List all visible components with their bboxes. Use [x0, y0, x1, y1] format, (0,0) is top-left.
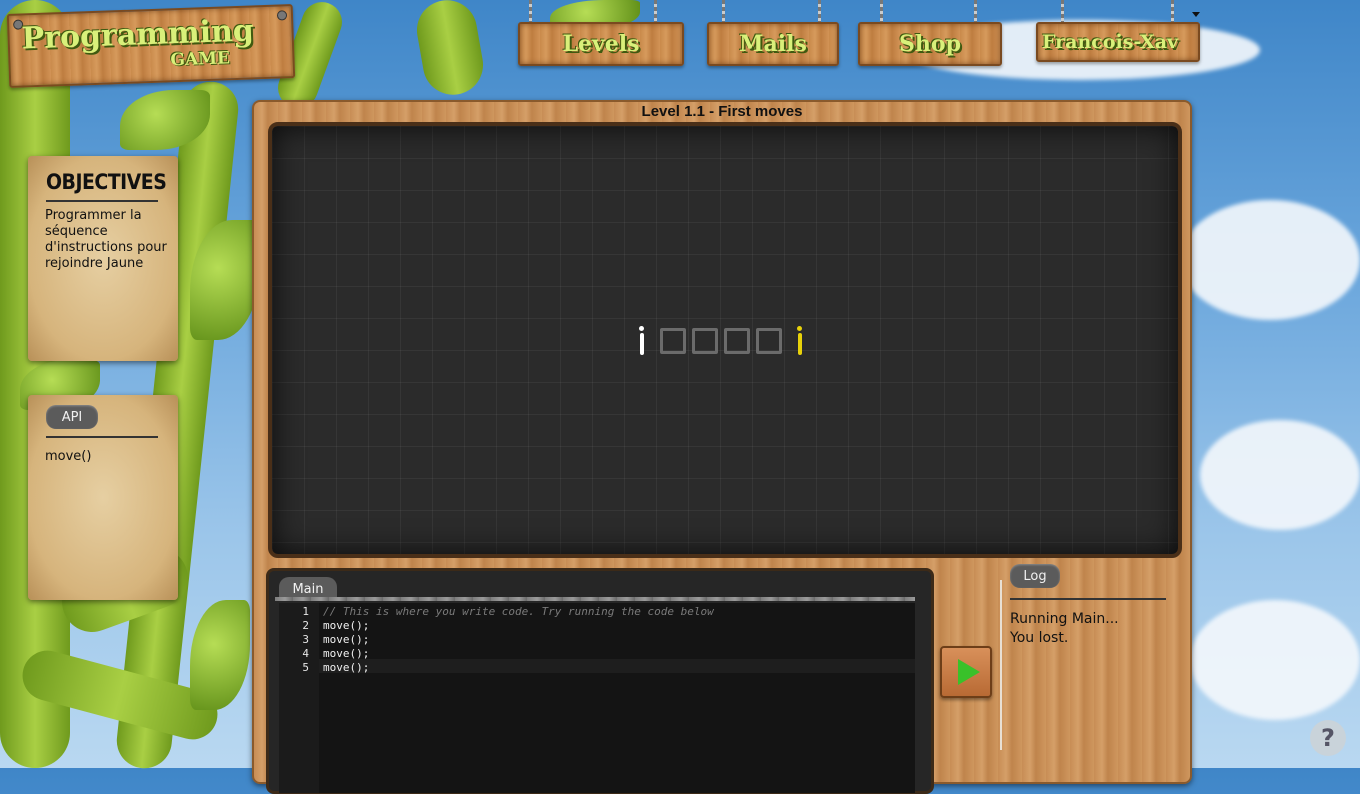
play-icon	[958, 659, 980, 685]
chain	[1171, 0, 1174, 22]
code-area[interactable]: // This is where you write code. Try run…	[319, 603, 915, 793]
api-tab[interactable]: API	[46, 405, 98, 429]
level-title: Level 1.1 - First moves	[641, 103, 803, 120]
chain	[722, 0, 725, 22]
nav-mails-button[interactable]: Mails	[707, 22, 839, 66]
cloud	[1200, 420, 1360, 530]
game-screen	[268, 122, 1182, 558]
game-logo[interactable]: Programming GAME	[6, 4, 296, 88]
chain	[974, 0, 977, 22]
code-line[interactable]: move();	[323, 619, 369, 632]
code-line[interactable]: move();	[323, 647, 369, 660]
level-board: Level 1.1 - First moves Main 1 2 3 4 5 /…	[252, 100, 1192, 794]
chain	[1061, 0, 1064, 22]
divider	[1010, 598, 1166, 600]
line-number: 5	[302, 661, 309, 674]
code-line[interactable]: // This is where you write code. Try run…	[323, 605, 714, 618]
board-cell	[756, 328, 782, 354]
divider	[46, 200, 158, 202]
nav-user-button[interactable]: Francois-Xav	[1036, 22, 1200, 62]
cloud	[1190, 600, 1360, 720]
active-line-highlight	[319, 659, 915, 673]
api-panel: API move()	[28, 395, 178, 600]
chain	[654, 0, 657, 22]
nav-shop-label: Shop	[899, 31, 961, 57]
log-line: Running Main...	[1010, 611, 1119, 627]
api-item-move[interactable]: move()	[45, 449, 175, 465]
nav-user-label: Francois-Xav	[1042, 31, 1179, 53]
objectives-text: Programmer la séquence d'instructions po…	[45, 208, 167, 271]
help-glyph: ?	[1321, 724, 1335, 752]
tab-main-label: Main	[292, 581, 324, 597]
caret-down-icon[interactable]	[1192, 12, 1200, 17]
cloud	[1180, 200, 1360, 320]
nav-levels-label: Levels	[562, 31, 640, 57]
chain	[880, 0, 883, 22]
chain	[529, 0, 532, 22]
board-cell	[660, 328, 686, 354]
nav-shop-button[interactable]: Shop	[858, 22, 1002, 66]
help-icon[interactable]: ?	[1310, 720, 1346, 756]
line-number-gutter: 1 2 3 4 5	[279, 603, 319, 793]
log-line: You lost.	[1010, 630, 1069, 646]
run-button[interactable]	[940, 646, 992, 698]
divider	[1000, 580, 1002, 750]
bolt-icon	[276, 10, 288, 21]
nav-mails-label: Mails	[739, 31, 807, 57]
divider	[46, 436, 158, 438]
code-editor[interactable]: Main 1 2 3 4 5 // This is where you writ…	[266, 568, 934, 794]
line-number: 4	[302, 647, 309, 660]
chain	[818, 0, 821, 22]
code-line[interactable]: move();	[323, 661, 369, 674]
nav-levels-button[interactable]: Levels	[518, 22, 684, 66]
logo-subtitle: GAME	[170, 48, 231, 71]
divider	[275, 597, 915, 601]
player-character	[638, 326, 646, 356]
log-tab[interactable]: Log	[1010, 564, 1060, 588]
objectives-title: OBJECTIVES	[46, 170, 167, 194]
objectives-panel: OBJECTIVES Programmer la séquence d'inst…	[28, 156, 178, 361]
line-number: 2	[302, 619, 309, 632]
board-cell	[692, 328, 718, 354]
line-number: 1	[302, 605, 309, 618]
code-line[interactable]: move();	[323, 633, 369, 646]
log-output: Running Main... You lost.	[1010, 610, 1119, 648]
log-tab-label: Log	[1023, 568, 1047, 584]
target-character-jaune	[796, 326, 804, 356]
api-tab-label: API	[61, 409, 83, 425]
board-cell	[724, 328, 750, 354]
line-number: 3	[302, 633, 309, 646]
